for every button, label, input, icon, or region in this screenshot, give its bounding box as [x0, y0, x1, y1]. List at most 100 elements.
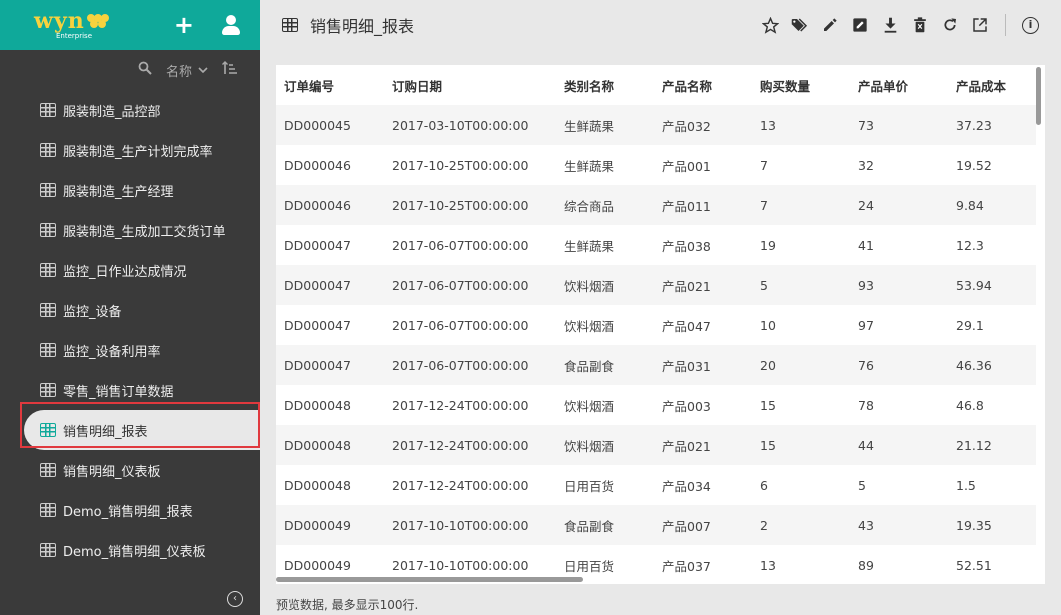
table-cell: 43: [850, 505, 948, 545]
open-external-icon[interactable]: [971, 13, 989, 37]
nav-item-label: 监控_设备利用率: [63, 344, 161, 360]
edit-box-icon[interactable]: [851, 13, 869, 37]
table-row[interactable]: DD000047 2017-06-07T00:00:00 食品副食 产品031 20 76…: [276, 345, 1036, 385]
table-grid-icon: [40, 423, 56, 437]
column-header[interactable]: 订单编号: [276, 65, 384, 105]
table-cell: 产品007: [654, 505, 752, 545]
table-grid-icon: [40, 383, 56, 397]
table-cell: 29.1: [948, 305, 1036, 345]
table-cell: DD000048: [276, 465, 384, 505]
nav-item[interactable]: 服装制造_品控部: [0, 90, 260, 130]
table-cell: 生鲜蔬果: [556, 145, 654, 185]
sidebar: wyn Enterprise + 名称 服装制造_品控部 服装制造_生产计划完成: [0, 0, 260, 615]
nav-item[interactable]: Demo_销售明细_仪表板: [0, 530, 260, 570]
nav-item[interactable]: 监控_设备利用率: [0, 330, 260, 370]
wyn-logo[interactable]: wyn Enterprise: [34, 10, 109, 40]
table-cell: 产品038: [654, 225, 752, 265]
table-cell: 13: [752, 105, 850, 145]
table-row[interactable]: DD000045 2017-03-10T00:00:00 生鲜蔬果 产品032 13 73…: [276, 105, 1036, 145]
table-cell: 73: [850, 105, 948, 145]
table-cell: 2: [752, 505, 850, 545]
table-cell: 2017-03-10T00:00:00: [384, 105, 556, 145]
table-cell: 产品021: [654, 265, 752, 305]
logo-subtitle: Enterprise: [56, 32, 93, 40]
table-cell: DD000046: [276, 185, 384, 225]
table-grid-icon: [40, 223, 56, 237]
sort-field-select[interactable]: 名称: [166, 61, 208, 80]
table-cell: 食品副食: [556, 505, 654, 545]
column-header[interactable]: 类别名称: [556, 65, 654, 105]
column-header[interactable]: 产品名称: [654, 65, 752, 105]
column-header[interactable]: 订购日期: [384, 65, 556, 105]
logo-dots-icon: [86, 14, 109, 28]
user-icon[interactable]: [220, 14, 242, 36]
table-cell: 产品021: [654, 425, 752, 465]
nav-item[interactable]: 服装制造_生产经理: [0, 170, 260, 210]
vertical-scrollbar[interactable]: [1036, 67, 1041, 125]
table-cell: 产品032: [654, 105, 752, 145]
toolbar: i: [761, 13, 1039, 37]
table-cell: 21.12: [948, 425, 1036, 465]
table-row[interactable]: DD000048 2017-12-24T00:00:00 饮料烟酒 产品003 15 78…: [276, 385, 1036, 425]
table-cell: 综合商品: [556, 185, 654, 225]
table-row[interactable]: DD000047 2017-06-07T00:00:00 生鲜蔬果 产品038 19 41…: [276, 225, 1036, 265]
column-header[interactable]: 产品单价: [850, 65, 948, 105]
collapse-sidebar-icon[interactable]: ‹: [227, 591, 243, 607]
data-table-container[interactable]: 订单编号 订购日期 类别名称 产品名称 购买数量 产品单价 产品成本 DD000045 201…: [276, 65, 1045, 584]
nav-item[interactable]: 销售明细_仪表板: [0, 450, 260, 490]
table-cell: 饮料烟酒: [556, 385, 654, 425]
column-header[interactable]: 购买数量: [752, 65, 850, 105]
table-cell: 5: [850, 465, 948, 505]
sort-order-icon[interactable]: [222, 61, 238, 79]
nav-item-label: 服装制造_生成加工交货订单: [63, 224, 226, 240]
horizontal-scrollbar[interactable]: [276, 577, 583, 582]
tag-icon[interactable]: [791, 13, 809, 37]
delete-icon[interactable]: [911, 13, 929, 37]
table-cell: 37.23: [948, 105, 1036, 145]
add-icon[interactable]: +: [174, 13, 194, 37]
table-cell: DD000047: [276, 345, 384, 385]
pencil-icon[interactable]: [821, 13, 839, 37]
search-icon[interactable]: [138, 61, 152, 79]
refresh-icon[interactable]: [941, 13, 959, 37]
nav-item[interactable]: 监控_日作业达成情况: [0, 250, 260, 290]
nav-item-active[interactable]: 销售明细_报表: [24, 410, 260, 450]
table-cell: 46.36: [948, 345, 1036, 385]
table-cell: 饮料烟酒: [556, 305, 654, 345]
table-cell: 生鲜蔬果: [556, 225, 654, 265]
table-grid-icon: [40, 143, 56, 157]
table-row[interactable]: DD000046 2017-10-25T00:00:00 综合商品 产品011 7 24 9…: [276, 185, 1036, 225]
table-cell: 19.52: [948, 145, 1036, 185]
table-row[interactable]: DD000048 2017-12-24T00:00:00 日用百货 产品034 6 5 1.…: [276, 465, 1036, 505]
nav-item[interactable]: 监控_设备: [0, 290, 260, 330]
column-header[interactable]: 产品成本: [948, 65, 1036, 105]
table-cell: 日用百货: [556, 465, 654, 505]
table-cell: 13: [752, 545, 850, 584]
download-icon[interactable]: [881, 13, 899, 37]
nav-item[interactable]: 零售_销售订单数据: [0, 370, 260, 410]
nav-item[interactable]: 服装制造_生产计划完成率: [0, 130, 260, 170]
table-cell: 2017-06-07T00:00:00: [384, 225, 556, 265]
table-cell: 2017-10-10T00:00:00: [384, 505, 556, 545]
table-cell: 2017-06-07T00:00:00: [384, 265, 556, 305]
info-icon[interactable]: i: [1022, 16, 1039, 34]
table-cell: 41: [850, 225, 948, 265]
table-cell: 产品003: [654, 385, 752, 425]
star-icon[interactable]: [761, 13, 779, 37]
nav-item[interactable]: 服装制造_生成加工交货订单: [0, 210, 260, 250]
table-row[interactable]: DD000049 2017-10-10T00:00:00 食品副食 产品007 2 43 1…: [276, 505, 1036, 545]
sort-field-label: 名称: [165, 64, 192, 80]
table-row[interactable]: DD000047 2017-06-07T00:00:00 饮料烟酒 产品047 10 97…: [276, 305, 1036, 345]
table-body: DD000045 2017-03-10T00:00:00 生鲜蔬果 产品032 13 73…: [276, 105, 1036, 584]
table-row[interactable]: DD000046 2017-10-25T00:00:00 生鲜蔬果 产品001 7 32 1…: [276, 145, 1036, 185]
table-cell: 2017-10-25T00:00:00: [384, 145, 556, 185]
table-cell: 1.5: [948, 465, 1036, 505]
nav-item-label: 零售_销售订单数据: [63, 384, 174, 400]
table-row[interactable]: DD000047 2017-06-07T00:00:00 饮料烟酒 产品021 5 93 5…: [276, 265, 1036, 305]
table-cell: 2017-06-07T00:00:00: [384, 345, 556, 385]
nav-item[interactable]: Demo_销售明细_报表: [0, 490, 260, 530]
table-row[interactable]: DD000048 2017-12-24T00:00:00 饮料烟酒 产品021 15 44…: [276, 425, 1036, 465]
page-title: 销售明细_报表: [310, 17, 415, 36]
table-cell: 19.35: [948, 505, 1036, 545]
table-cell: 76: [850, 345, 948, 385]
